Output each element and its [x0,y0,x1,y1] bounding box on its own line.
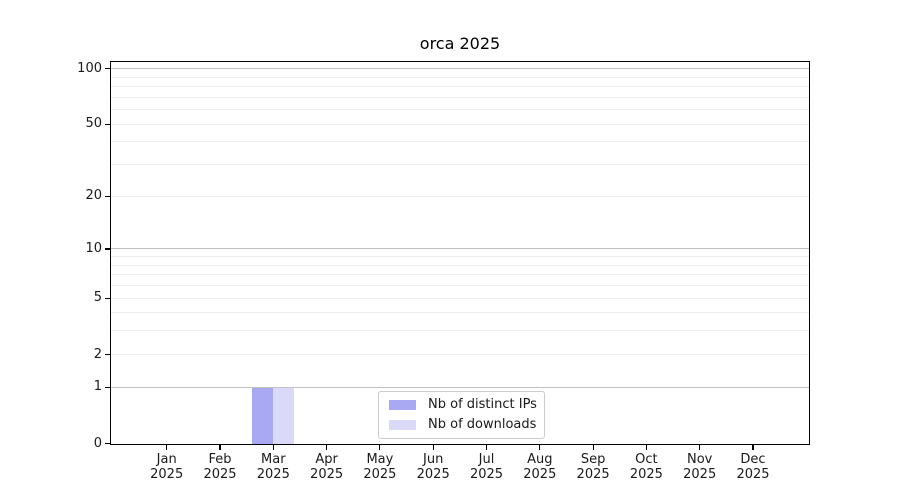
x-tick-month: Jul [478,452,495,467]
x-tick-mark [379,445,381,450]
y-tick-label: 1 [93,379,102,395]
x-tick-year: 2025 [469,467,504,482]
x-tick-year: 2025 [629,467,663,482]
x-tick-year: 2025 [363,467,397,482]
y-tick-mark [105,353,110,356]
x-tick-label-may: May 2025 [353,452,407,482]
x-tick-label-sep: Sep 2025 [566,452,620,482]
y-tick-mark [105,248,110,250]
x-tick-mark [272,445,274,450]
x-tick-label-dec: Dec 2025 [726,452,780,482]
x-tick-mark [699,445,701,450]
x-tick-month: Feb [208,452,232,467]
x-tick-label-feb: Feb 2025 [193,452,247,482]
plot-area [110,61,810,445]
x-tick-mark [432,445,434,450]
y-tick-mark [105,386,110,389]
x-tick-year: 2025 [416,467,450,482]
x-tick-year: 2025 [576,467,610,482]
y-tick-mark [105,195,110,197]
y-tick-mark [105,443,110,445]
x-tick-label-nov: Nov 2025 [673,452,727,482]
x-tick-mark [166,445,168,450]
x-tick-label-oct: Oct 2025 [619,452,673,482]
x-tick-month: Mar [261,452,286,467]
legend-item-downloads: Nb of downloads [389,417,537,433]
y-tick-mark [105,123,110,125]
y-tick-label: 20 [85,188,102,204]
x-tick-year: 2025 [683,467,717,482]
legend-item-distinct-ips: Nb of distinct IPs [389,397,537,413]
x-tick-month: Oct [635,452,658,467]
y-tick-label: 0 [93,435,102,451]
x-tick-month: May [366,452,394,467]
bar-nb-of-distinct-ips [251,387,274,444]
y-tick-mark [105,68,110,70]
x-tick-mark [752,445,754,450]
x-tick-year: 2025 [203,467,237,482]
y-tick-label: 50 [85,116,102,132]
legend-label-downloads: Nb of downloads [428,417,537,432]
legend-swatch-downloads [389,420,416,430]
x-tick-year: 2025 [256,467,290,482]
x-tick-mark [592,445,594,450]
x-tick-mark [539,445,541,450]
x-tick-year: 2025 [150,467,184,482]
legend: Nb of distinct IPs Nb of downloads [378,391,545,439]
y-tick-label: 2 [93,346,102,362]
y-tick-label: 100 [77,60,102,76]
legend-label-distinct-ips: Nb of distinct IPs [428,397,537,412]
x-tick-mark [645,445,647,450]
legend-swatch-distinct-ips [389,400,416,410]
chart-figure: orca 2025 0 1 2 5 10 20 50 100 Jan 2025 Feb 2025 Ma… [0,0,900,500]
x-tick-mark [485,445,488,450]
x-tick-month: Sep [580,452,606,467]
x-tick-mark [326,445,328,450]
y-tick-mark [105,297,110,299]
chart-title: orca 2025 [419,34,501,53]
y-tick-label: 5 [93,290,102,306]
x-tick-year: 2025 [736,467,770,482]
x-tick-label-jun: Jun 2025 [406,452,460,482]
x-tick-month: Apr [315,452,338,467]
x-tick-label-apr: Apr 2025 [300,452,354,482]
x-tick-year: 2025 [523,467,557,482]
bar-nb-of-downloads [273,387,295,444]
x-tick-month: Nov [687,452,713,467]
x-tick-month: Dec [740,452,766,467]
x-tick-label-mar: Mar 2025 [246,452,300,482]
y-tick-label: 10 [85,240,102,256]
x-tick-label-jul: Jul 2025 [460,452,514,482]
x-tick-mark [219,445,221,450]
x-tick-year: 2025 [310,467,344,482]
x-tick-label-jan: Jan 2025 [140,452,194,482]
x-tick-month: Jan [156,452,177,467]
x-tick-month: Jun [423,452,444,467]
x-tick-label-aug: Aug 2025 [513,452,567,482]
x-tick-month: Aug [527,452,553,467]
bar-layer [111,62,809,444]
